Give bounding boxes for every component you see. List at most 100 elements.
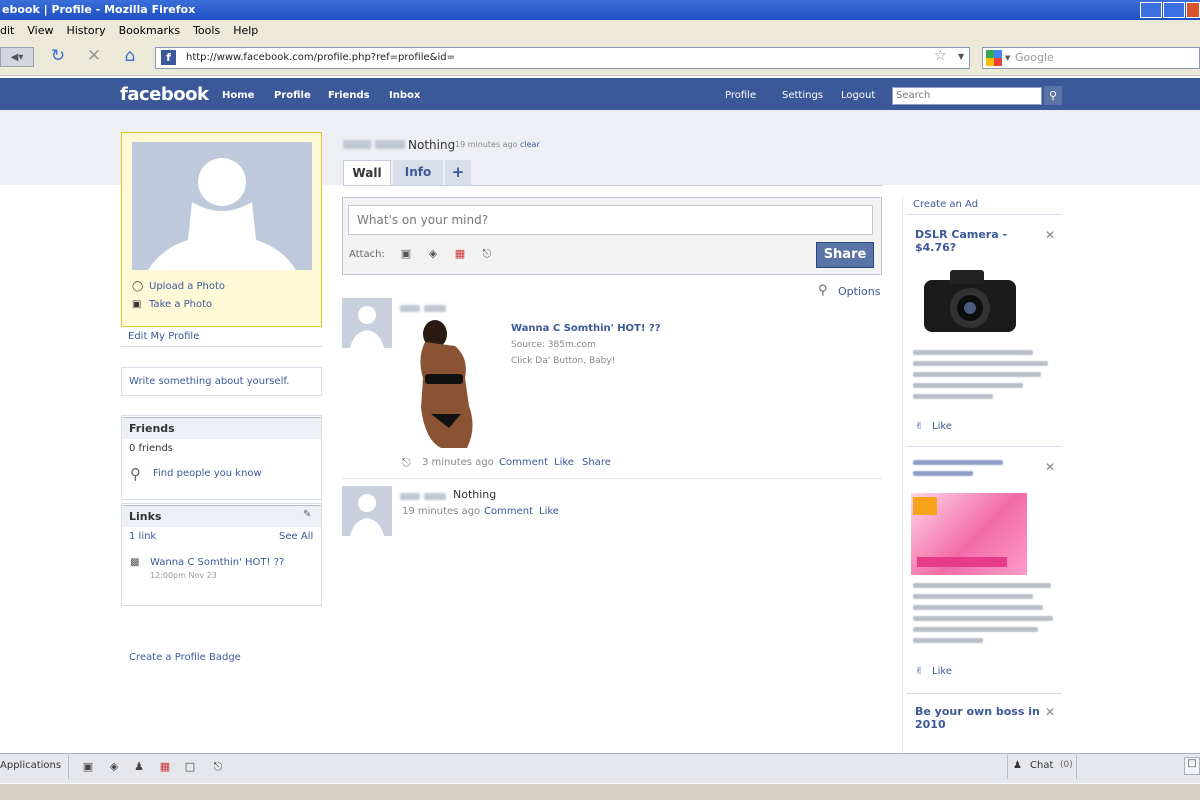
nav-friends[interactable]: Friends bbox=[328, 90, 370, 101]
minimize-button[interactable] bbox=[1140, 2, 1162, 18]
profile-picture[interactable] bbox=[132, 142, 312, 270]
create-badge-link[interactable]: Create a Profile Badge bbox=[129, 652, 241, 663]
window-title: ebook | Profile - Mozilla Firefox bbox=[0, 0, 1200, 20]
photos-app-icon[interactable]: ▣ bbox=[80, 759, 96, 775]
ad-2-thumbs-up-icon[interactable]: ✌ bbox=[915, 666, 923, 677]
facebook-logo[interactable]: facebook bbox=[120, 84, 209, 105]
find-people-link[interactable]: Find people you know bbox=[153, 468, 262, 479]
profile-name[interactable] bbox=[343, 137, 405, 150]
url-dropdown-icon[interactable]: ▼ bbox=[958, 52, 964, 61]
post-avatar[interactable] bbox=[342, 298, 392, 348]
nav-home[interactable]: Home bbox=[222, 90, 254, 101]
notes-app-icon[interactable]: □ bbox=[182, 759, 198, 775]
ad-3-close-icon[interactable]: ✕ bbox=[1045, 705, 1055, 719]
ad-2-image[interactable] bbox=[911, 493, 1027, 575]
pencil-icon[interactable]: ✎ bbox=[303, 509, 311, 520]
menu-tools[interactable]: Tools bbox=[193, 20, 220, 37]
tab-add[interactable]: + bbox=[445, 160, 471, 185]
silhouette-icon bbox=[148, 158, 296, 270]
stop-icon[interactable]: ✕ bbox=[84, 46, 104, 66]
ads-divider bbox=[906, 446, 1062, 447]
see-all-link[interactable]: See All bbox=[279, 531, 313, 542]
post-author[interactable] bbox=[400, 489, 446, 502]
friends-header[interactable]: Friends bbox=[122, 417, 321, 439]
facebook-search-input[interactable]: Search bbox=[892, 87, 1042, 105]
camera-image bbox=[924, 270, 1016, 332]
ad-2-close-icon[interactable]: ✕ bbox=[1045, 460, 1055, 474]
close-window-button[interactable] bbox=[1186, 2, 1200, 18]
share-link[interactable]: Share bbox=[582, 457, 611, 468]
ad-1-image[interactable] bbox=[920, 266, 1020, 336]
links-header[interactable]: Links bbox=[122, 505, 321, 527]
bookmark-star-icon[interactable]: ☆ bbox=[934, 48, 947, 64]
nav-inbox[interactable]: Inbox bbox=[389, 90, 420, 101]
google-icon[interactable] bbox=[986, 50, 1002, 66]
ads-divider bbox=[906, 214, 1062, 215]
applications-menu[interactable]: Applications bbox=[0, 760, 61, 771]
ad-2-title[interactable] bbox=[913, 460, 1033, 476]
chat-icon[interactable]: ♟ bbox=[1013, 760, 1022, 771]
write-about-link[interactable]: Write something about yourself. bbox=[129, 376, 289, 387]
post-time: 3 minutes ago bbox=[422, 457, 494, 468]
ad-2-badge bbox=[913, 497, 937, 515]
clear-status-link[interactable]: clear bbox=[520, 140, 540, 149]
silhouette-icon bbox=[350, 494, 384, 536]
links-app-icon[interactable]: ⎋ bbox=[210, 759, 226, 775]
menu-bookmarks[interactable]: Bookmarks bbox=[119, 20, 180, 37]
url-input[interactable]: http://www.facebook.com/profile.php?ref=… bbox=[155, 47, 970, 69]
maximize-button[interactable] bbox=[1163, 2, 1185, 18]
menu-view[interactable]: View bbox=[27, 20, 53, 37]
post-link-title[interactable]: Wanna C Somthin' HOT! ?? bbox=[511, 323, 661, 334]
post-author[interactable] bbox=[400, 301, 446, 314]
favicon-icon: f bbox=[161, 50, 176, 65]
ad-1-like-link[interactable]: Like bbox=[932, 421, 952, 432]
options-magnifier-icon: ⚲ bbox=[818, 283, 828, 298]
like-link[interactable]: Like bbox=[554, 457, 574, 468]
comment-link[interactable]: Comment bbox=[484, 506, 533, 517]
ad-1-close-icon[interactable]: ✕ bbox=[1045, 228, 1055, 242]
event-attach-icon[interactable]: ▦ bbox=[453, 247, 467, 261]
share-button[interactable]: Share bbox=[816, 242, 874, 268]
menu-edit[interactable]: dit bbox=[0, 20, 14, 37]
browser-search-input[interactable]: Google bbox=[982, 47, 1200, 69]
home-icon[interactable]: ⌂ bbox=[120, 46, 140, 66]
links-count[interactable]: 1 link bbox=[129, 531, 156, 542]
nav-settings[interactable]: Settings bbox=[782, 90, 823, 101]
post-link-image[interactable] bbox=[407, 318, 479, 450]
nav-profile[interactable]: Profile bbox=[274, 90, 311, 101]
comment-link[interactable]: Comment bbox=[499, 457, 548, 468]
link-attach-icon[interactable]: ⎋ bbox=[480, 247, 494, 261]
events-app-icon[interactable]: ▦ bbox=[157, 759, 173, 775]
ad-3-title[interactable]: Be your own boss in 2010 bbox=[915, 705, 1040, 731]
search-engine-dropdown-icon[interactable]: ▼ bbox=[1005, 54, 1010, 62]
menu-history[interactable]: History bbox=[66, 20, 105, 37]
menu-help[interactable]: Help bbox=[233, 20, 258, 37]
ad-1-thumbs-up-icon[interactable]: ✌ bbox=[915, 421, 923, 432]
video-attach-icon[interactable]: ◈ bbox=[426, 247, 440, 261]
ad-2-like-link[interactable]: Like bbox=[932, 666, 952, 677]
video-app-icon[interactable]: ◈ bbox=[106, 759, 122, 775]
like-link[interactable]: Like bbox=[539, 506, 559, 517]
link-item-title[interactable]: Wanna C Somthin' HOT! ?? bbox=[150, 557, 284, 568]
nav-logout[interactable]: Logout bbox=[841, 90, 875, 101]
post-avatar[interactable] bbox=[342, 486, 392, 536]
ad-1-title[interactable]: DSLR Camera - $4.76? bbox=[915, 228, 1035, 254]
take-photo-link[interactable]: Take a Photo bbox=[149, 299, 212, 310]
nav-right-profile[interactable]: Profile bbox=[725, 90, 756, 101]
tab-info[interactable]: Info bbox=[393, 160, 443, 185]
notifications-icon[interactable]: □ bbox=[1184, 757, 1200, 775]
bar-divider bbox=[1007, 755, 1008, 779]
create-ad-link[interactable]: Create an Ad bbox=[913, 199, 978, 210]
options-link[interactable]: Options bbox=[838, 285, 880, 298]
groups-app-icon[interactable]: ♟ bbox=[131, 759, 147, 775]
search-icon[interactable]: ⚲ bbox=[1044, 86, 1062, 105]
photo-attach-icon[interactable]: ▣ bbox=[399, 247, 413, 261]
upload-photo-link[interactable]: Upload a Photo bbox=[149, 281, 225, 292]
reload-icon[interactable]: ↻ bbox=[48, 46, 68, 66]
edit-profile-link[interactable]: Edit My Profile bbox=[128, 331, 199, 342]
tab-wall[interactable]: Wall bbox=[343, 160, 391, 185]
ad-2-banner bbox=[917, 557, 1007, 567]
status-input[interactable]: What's on your mind? bbox=[348, 205, 873, 235]
back-button[interactable]: ◀▾ bbox=[0, 47, 34, 67]
chat-button[interactable]: Chat bbox=[1030, 760, 1053, 771]
